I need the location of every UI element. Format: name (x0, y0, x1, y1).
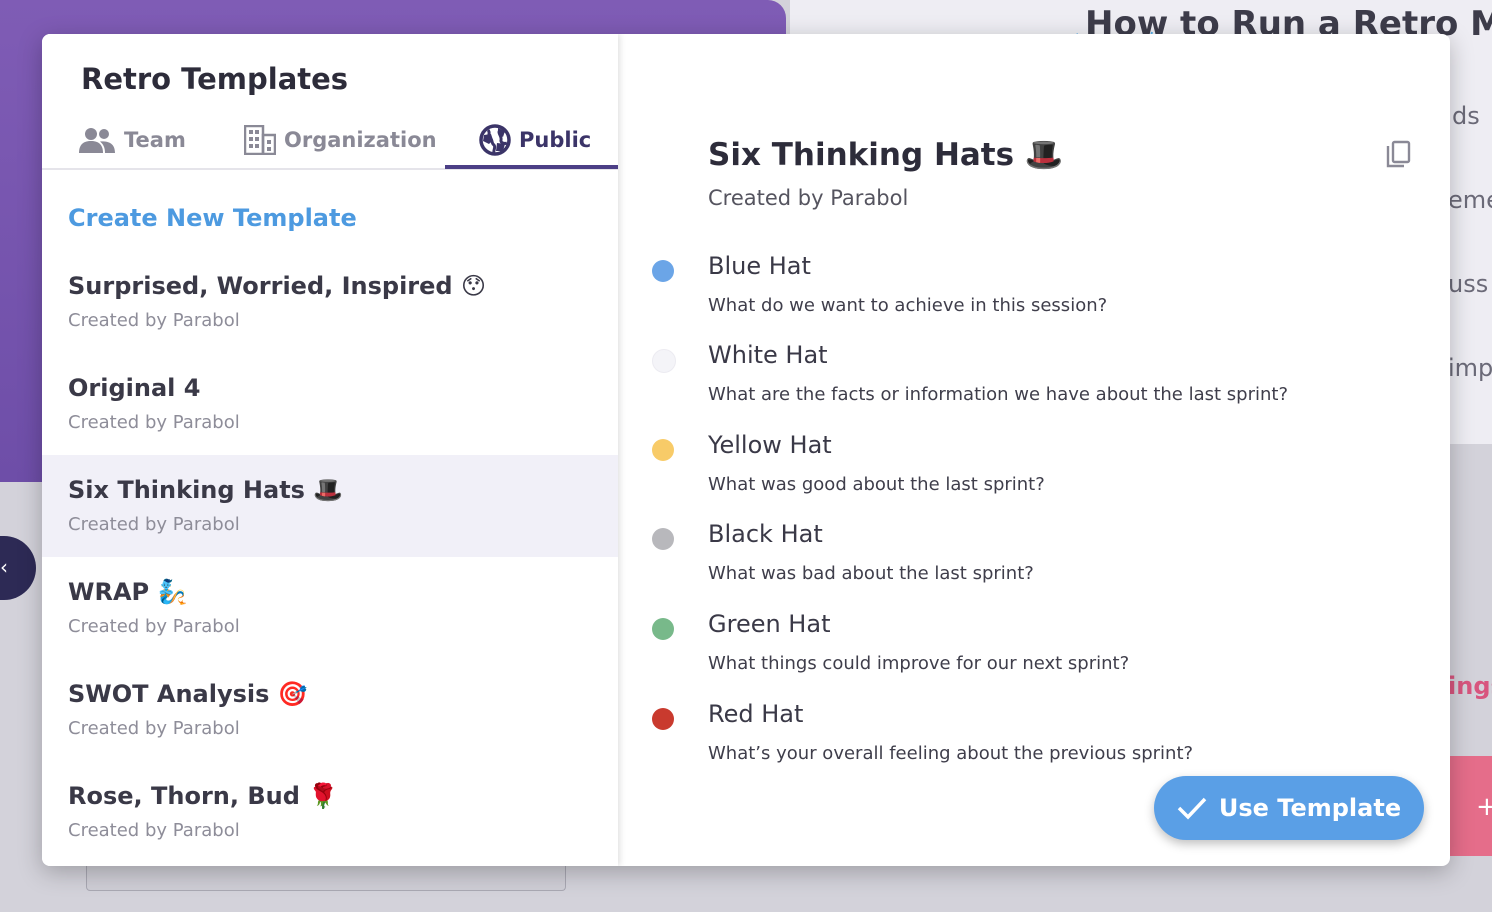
background-fragment: uss (1448, 270, 1489, 298)
organization-icon (244, 125, 276, 155)
chevron-left-icon: ‹ (0, 555, 8, 579)
tab-label: Public (519, 128, 592, 152)
template-item[interactable]: Surprised, Worried, Inspired 😯 Created b… (42, 251, 618, 353)
prompt-color-dot (652, 708, 674, 730)
template-name: WRAP 🧞 (68, 578, 188, 606)
prompt-row: Black Hat What was bad about the last sp… (618, 520, 1450, 610)
template-item[interactable]: SWOT Analysis 🎯 Created by Parabol (42, 659, 618, 761)
use-template-label: Use Template (1218, 794, 1402, 822)
prompt-row: Green Hat What things could improve for … (618, 610, 1450, 700)
tab-organization[interactable]: Organization (244, 112, 437, 168)
template-name: Surprised, Worried, Inspired 😯 (68, 272, 486, 300)
prompt-name: Blue Hat (708, 252, 811, 280)
template-item[interactable]: WRAP 🧞 Created by Parabol (42, 557, 618, 659)
prompt-description: What was bad about the last sprint? (708, 563, 1034, 584)
prompt-name: Green Hat (708, 610, 831, 638)
template-author: Created by Parabol (68, 412, 240, 433)
prompt-description: What things could improve for our next s… (708, 653, 1130, 674)
prompt-color-dot (652, 528, 674, 550)
background-back-button[interactable]: ‹ (0, 536, 36, 600)
team-icon (79, 128, 115, 153)
prompt-name: Black Hat (708, 520, 823, 548)
template-author: Created by Parabol (68, 310, 240, 331)
template-list: Surprised, Worried, Inspired 😯 Created b… (42, 251, 618, 863)
use-template-button[interactable]: Use Template (1154, 776, 1424, 840)
prompt-row: Yellow Hat What was good about the last … (618, 431, 1450, 521)
prompt-description: What was good about the last sprint? (708, 474, 1045, 495)
prompt-color-dot (652, 439, 674, 461)
template-name: SWOT Analysis 🎯 (68, 680, 308, 708)
template-author: Created by Parabol (68, 718, 240, 739)
template-item[interactable]: Original 4 Created by Parabol (42, 353, 618, 455)
check-icon (1177, 797, 1207, 820)
globe-icon (479, 124, 511, 156)
background-fragment: ds (1452, 102, 1480, 130)
prompt-row: White Hat What are the facts or informat… (618, 341, 1450, 431)
copy-icon[interactable] (1384, 140, 1412, 170)
tab-public[interactable]: Public (479, 112, 591, 168)
template-list-panel: Retro Templates Team Organization Public… (42, 34, 618, 866)
template-name: Six Thinking Hats 🎩 (68, 476, 344, 504)
prompt-row: Blue Hat What do we want to achieve in t… (618, 252, 1450, 342)
prompt-description: What are the facts or information we hav… (708, 384, 1289, 405)
template-name: Original 4 (68, 374, 201, 402)
prompt-description: What’s your overall feeling about the pr… (708, 743, 1194, 764)
panel-title: Retro Templates (81, 62, 349, 96)
tab-label: Team (124, 128, 186, 152)
template-scope-tabs: Team Organization Public (42, 112, 618, 170)
create-new-template-link[interactable]: Create New Template (68, 204, 357, 232)
prompt-color-dot (652, 349, 676, 373)
template-author: Created by Parabol (68, 820, 240, 841)
background-fragment: eme (1448, 186, 1492, 214)
template-detail-panel: Six Thinking Hats 🎩 Created by Parabol B… (618, 34, 1450, 866)
background-fragment: imp (1448, 354, 1492, 382)
active-tab-indicator (445, 165, 618, 169)
template-item-selected[interactable]: Six Thinking Hats 🎩 Created by Parabol (42, 455, 618, 557)
template-author: Created by Parabol (68, 616, 240, 637)
prompt-color-dot (652, 618, 674, 640)
tab-label: Organization (284, 128, 437, 152)
template-author: Created by Parabol (68, 514, 240, 535)
template-detail-author: Created by Parabol (708, 186, 909, 210)
templates-modal: Retro Templates Team Organization Public… (42, 34, 1450, 866)
template-item[interactable]: Rose, Thorn, Bud 🌹 Created by Parabol (42, 761, 618, 863)
background-fragment: ings (1448, 672, 1492, 700)
prompt-name: Red Hat (708, 700, 804, 728)
template-detail-title: Six Thinking Hats 🎩 (708, 137, 1064, 173)
prompt-name: Yellow Hat (708, 431, 832, 459)
tab-team[interactable]: Team (78, 112, 186, 168)
prompt-name: White Hat (708, 341, 828, 369)
prompt-color-dot (652, 260, 674, 282)
template-name: Rose, Thorn, Bud 🌹 (68, 782, 339, 810)
prompt-description: What do we want to achieve in this sessi… (708, 295, 1108, 316)
